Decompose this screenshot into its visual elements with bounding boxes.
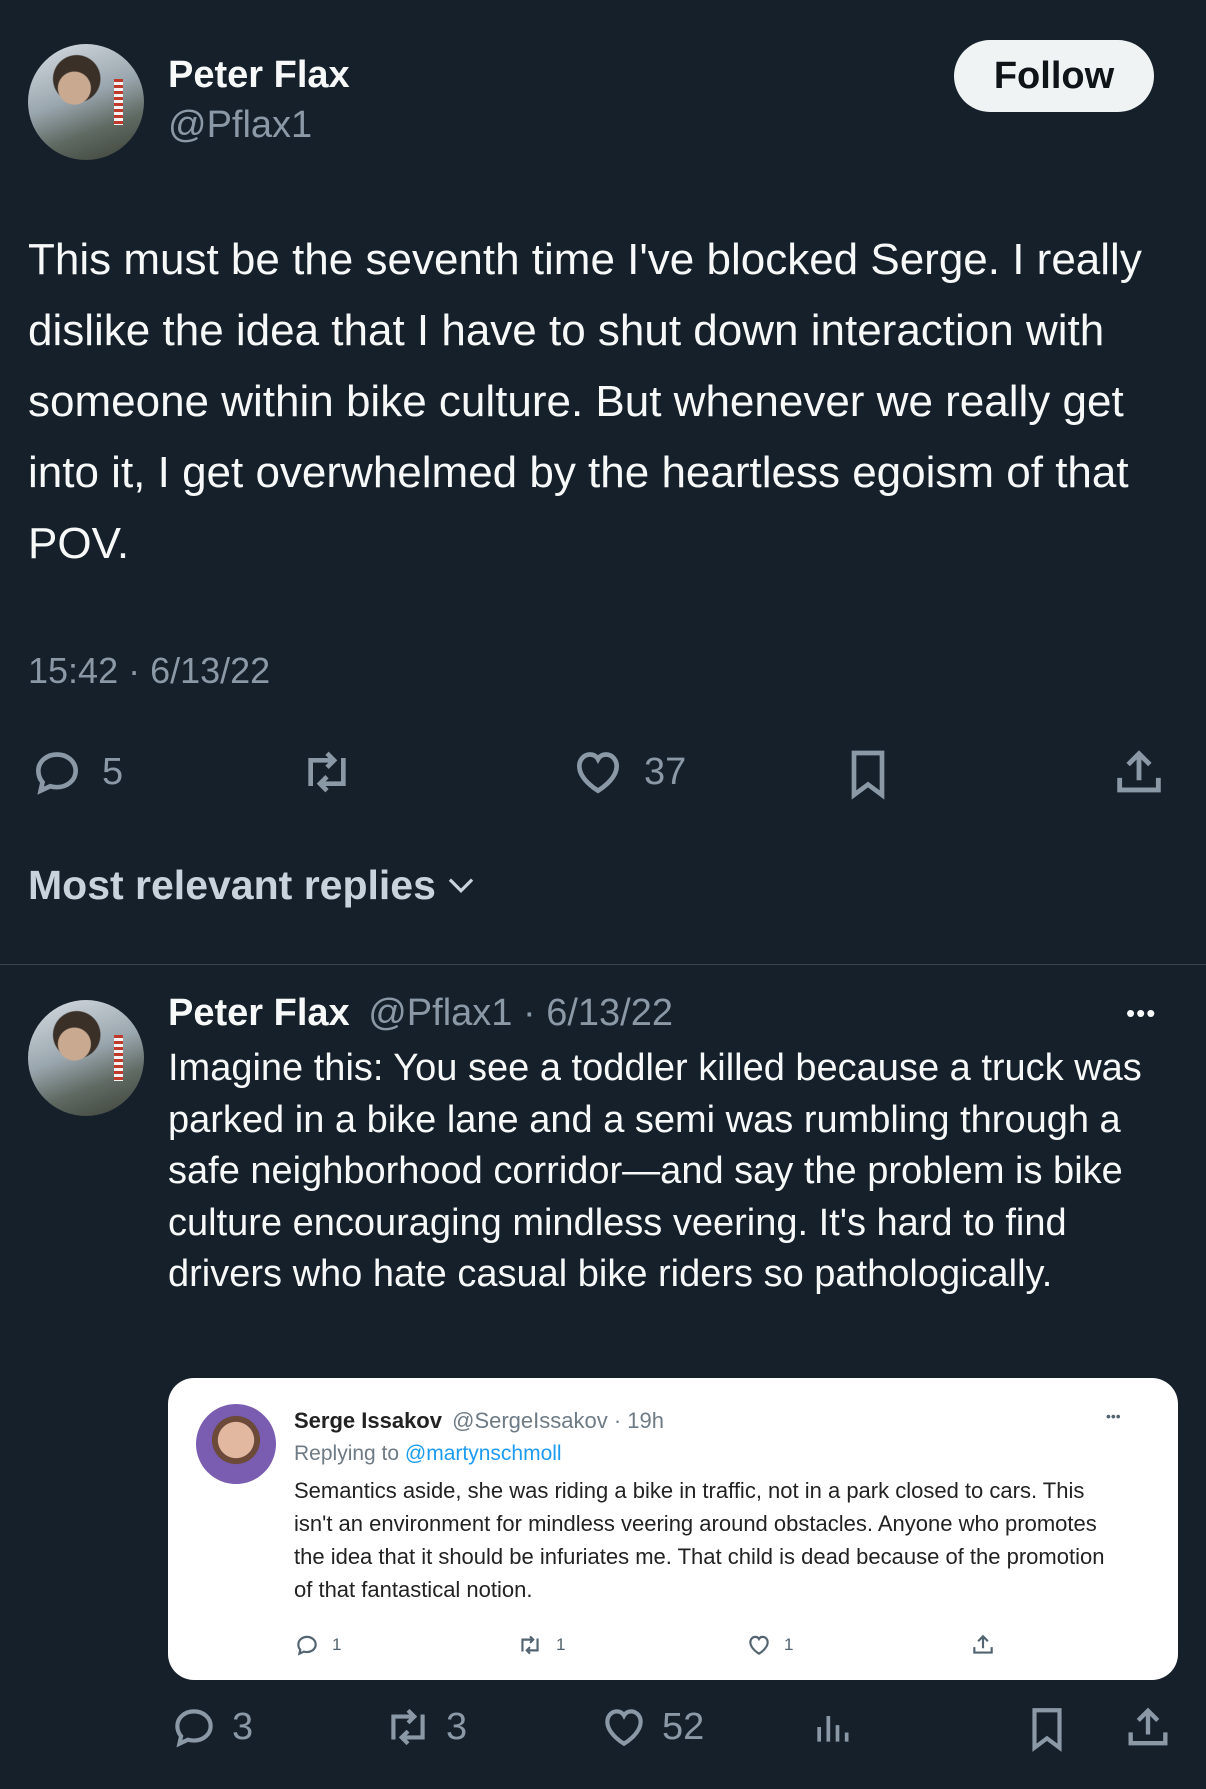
share-icon — [1128, 1707, 1168, 1746]
chevron-down-icon — [448, 878, 474, 893]
replies-sort-label: Most relevant replies — [28, 862, 436, 908]
quoted-author-name: Serge Issakov — [294, 1408, 442, 1433]
reply-like-action[interactable]: 52 — [598, 1702, 704, 1752]
reply-header: Peter Flax @Pflax1 · 6/13/22 — [168, 992, 673, 1035]
reply-date[interactable]: · 6/13/22 — [523, 992, 673, 1034]
follow-button[interactable]: Follow — [954, 40, 1154, 112]
reply-action[interactable]: 5 — [28, 744, 123, 800]
reply-bookmark-action[interactable] — [1022, 1702, 1072, 1756]
retweet-action[interactable] — [294, 744, 360, 800]
bookmark-icon — [1032, 1708, 1062, 1752]
share-action[interactable] — [1110, 744, 1168, 802]
quoted-text: Semantics aside, she was riding a bike i… — [294, 1478, 1105, 1602]
quoted-replying-prefix: Replying to — [294, 1442, 400, 1465]
quoted-like-action: 1 — [746, 1632, 793, 1658]
share-icon — [1117, 750, 1161, 793]
reply-author-avatar[interactable] — [28, 1000, 144, 1116]
retweet-icon — [521, 1635, 539, 1655]
author-handle[interactable]: @Pflax1 — [168, 104, 312, 147]
reply-retweet-action[interactable]: 3 — [380, 1702, 467, 1752]
heart-icon — [605, 1709, 643, 1747]
quoted-reply-count: 1 — [332, 1635, 342, 1654]
quoted-like-count: 1 — [784, 1635, 794, 1654]
reply-share-action[interactable] — [1122, 1702, 1174, 1754]
quoted-replying-to: @martynschmoll — [404, 1442, 562, 1465]
reply-analytics-action[interactable] — [810, 1702, 854, 1752]
quoted-header: Serge Issakov @SergeIssakov · 19h — [294, 1408, 664, 1434]
reply-icon — [175, 1709, 213, 1748]
more-options-icon[interactable]: ••• — [1126, 998, 1156, 1029]
tweet-text: This must be the seventh time I've block… — [28, 235, 1142, 568]
quoted-retweet-count: 1 — [556, 1635, 566, 1654]
analytics-icon — [817, 1716, 849, 1742]
retweet-icon — [308, 751, 346, 793]
quoted-replying-line: Replying to @martynschmoll — [294, 1442, 562, 1466]
like-action[interactable]: 37 — [568, 744, 686, 800]
quoted-more-icon: ••• — [1106, 1408, 1121, 1424]
author-name[interactable]: Peter Flax — [168, 54, 350, 97]
replies-sort-dropdown[interactable]: Most relevant replies — [28, 862, 480, 909]
reply-text: Imagine this: You see a toddler killed b… — [168, 1047, 1142, 1295]
reply-author-handle[interactable]: @Pflax1 — [368, 992, 512, 1034]
reply-like-count: 52 — [662, 1705, 705, 1748]
tweet-timestamp[interactable]: 15:42 · 6/13/22 — [28, 650, 270, 692]
retweet-icon — [391, 1708, 425, 1746]
reply-retweet-count: 3 — [446, 1705, 468, 1748]
bookmark-action[interactable] — [840, 744, 896, 804]
quoted-share-action — [970, 1632, 996, 1663]
heart-icon — [576, 752, 620, 794]
heart-icon — [749, 1635, 769, 1655]
reply-count: 5 — [102, 750, 124, 793]
avatar-photo-detail — [113, 1034, 124, 1082]
embedded-tweet-image[interactable]: Serge Issakov @SergeIssakov · 19h ••• Re… — [168, 1378, 1178, 1680]
quoted-retweet-action: 1 — [516, 1632, 565, 1658]
share-icon — [973, 1634, 993, 1654]
avatar-photo-detail — [113, 78, 124, 126]
like-count: 37 — [644, 750, 687, 793]
reply-reply-action[interactable]: 3 — [168, 1702, 253, 1752]
quoted-time: · 19h — [613, 1408, 665, 1433]
bookmark-icon — [851, 750, 885, 800]
quoted-reply-action: 1 — [294, 1632, 341, 1658]
reply-reply-count: 3 — [232, 1705, 254, 1748]
quoted-author-handle: @SergeIssakov — [452, 1408, 608, 1433]
section-divider — [0, 964, 1206, 965]
reply-icon — [35, 752, 79, 795]
author-avatar[interactable] — [28, 44, 144, 160]
quoted-author-avatar — [196, 1404, 276, 1484]
reply-author-name[interactable]: Peter Flax — [168, 992, 350, 1034]
reply-icon — [297, 1635, 317, 1656]
